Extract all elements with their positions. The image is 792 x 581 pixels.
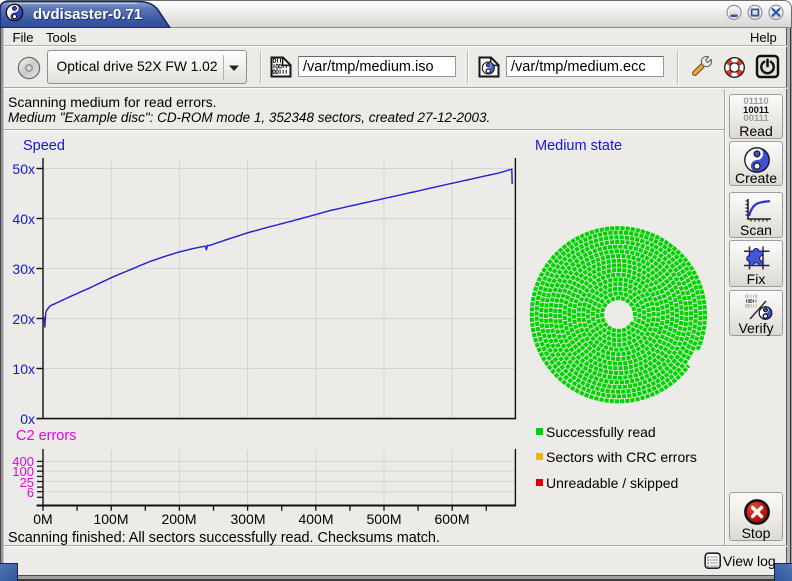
svg-text:dvdisaster-0.71: dvdisaster-0.71	[33, 6, 142, 23]
